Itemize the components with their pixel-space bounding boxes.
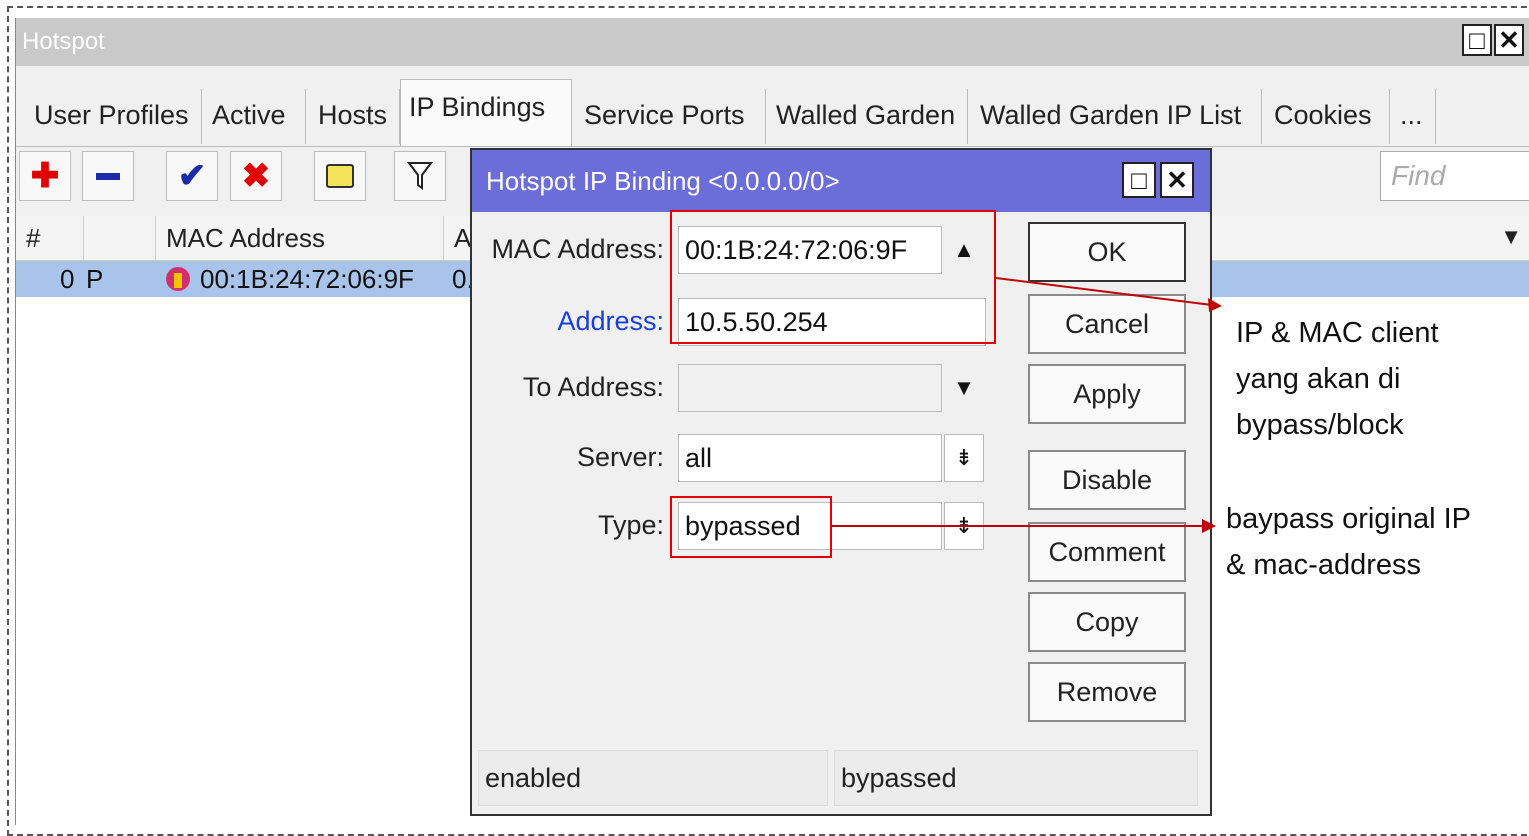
annotation-line: baypass original IP <box>1226 503 1472 535</box>
col-num[interactable]: # <box>16 216 84 260</box>
cancel-button[interactable]: Cancel <box>1028 294 1186 354</box>
binding-icon <box>166 261 196 297</box>
find-input[interactable]: Find <box>1380 151 1529 201</box>
tab-active[interactable]: Active <box>204 89 306 144</box>
to-address-field[interactable] <box>678 364 942 412</box>
dialog-maximize-icon[interactable]: □ <box>1122 162 1156 198</box>
dialog-close-icon[interactable]: ✕ <box>1160 162 1194 198</box>
annotation-ip-mac: IP & MAC client yang akan di bypass/bloc… <box>1236 310 1439 448</box>
remove-button[interactable] <box>82 151 134 201</box>
type-dropdown-icon[interactable]: ⇟ <box>944 502 984 550</box>
mac-address-field[interactable]: 00:1B:24:72:06:9F <box>678 226 942 274</box>
window-title: Hotspot <box>16 18 1529 66</box>
plus-icon: ✚ <box>30 157 60 195</box>
row-num: 0 <box>60 264 75 294</box>
server-dropdown-icon[interactable]: ⇟ <box>944 434 984 482</box>
tab-cookies[interactable]: Cookies <box>1266 89 1390 144</box>
annotation-line: bypass/block <box>1236 409 1404 441</box>
mac-address-label: MAC Address: <box>491 234 664 264</box>
tab-user-profiles[interactable]: User Profiles <box>26 89 202 144</box>
apply-button[interactable]: Apply <box>1028 364 1186 424</box>
ip-binding-dialog: Hotspot IP Binding <0.0.0.0/0> □ ✕ MAC A… <box>470 148 1212 816</box>
remove-button[interactable]: Remove <box>1028 662 1186 722</box>
annotation-line: & mac-address <box>1226 549 1422 581</box>
copy-button[interactable]: Copy <box>1028 592 1186 652</box>
col-flags[interactable] <box>84 216 156 260</box>
tab-service-ports[interactable]: Service Ports <box>576 89 766 144</box>
tab-bar: User Profiles Active Hosts IP Bindings S… <box>16 73 1529 147</box>
status-type: bypassed <box>834 750 1198 806</box>
filter-button[interactable] <box>394 151 446 201</box>
tab-ip-bindings[interactable]: IP Bindings <box>400 79 572 146</box>
type-select[interactable]: bypassed <box>678 502 942 550</box>
tab-hosts[interactable]: Hosts <box>310 89 400 144</box>
status-enabled: enabled <box>478 750 828 806</box>
tab-walled-garden[interactable]: Walled Garden <box>768 89 968 144</box>
server-select[interactable]: all <box>678 434 942 482</box>
tabs-divider <box>16 146 1529 147</box>
disable-button[interactable]: Disable <box>1028 450 1186 510</box>
x-icon: ✖ <box>241 157 271 195</box>
dialog-title: Hotspot IP Binding <0.0.0.0/0> <box>472 150 1210 212</box>
col-mac-address[interactable]: MAC Address <box>156 216 444 260</box>
to-address-label: To Address: <box>522 372 664 402</box>
type-label: Type: <box>597 510 664 540</box>
row-flag: P <box>86 264 104 294</box>
annotation-line: yang akan di <box>1236 363 1401 395</box>
collapse-up-icon[interactable]: ▲ <box>944 226 984 274</box>
address-field[interactable]: 10.5.50.254 <box>678 298 986 346</box>
annotation-type: baypass original IP & mac-address <box>1226 496 1471 588</box>
add-button[interactable]: ✚ <box>19 151 71 201</box>
annotation-line: IP & MAC client <box>1236 317 1439 349</box>
check-icon: ✔ <box>177 157 207 195</box>
comment-button[interactable] <box>314 151 366 201</box>
chevron-down-icon[interactable]: ▼ <box>1500 224 1522 250</box>
filter-icon <box>407 162 433 190</box>
maximize-icon[interactable]: □ <box>1462 24 1492 56</box>
comment-button[interactable]: Comment <box>1028 522 1186 582</box>
to-address-dropdown-icon[interactable]: ▼ <box>944 364 984 412</box>
ok-button[interactable]: OK <box>1028 222 1186 282</box>
tab-walled-garden-ip-list[interactable]: Walled Garden IP List <box>972 89 1262 144</box>
enable-button[interactable]: ✔ <box>166 151 218 201</box>
note-icon <box>326 164 354 188</box>
minus-icon <box>96 172 120 180</box>
disable-button[interactable]: ✖ <box>230 151 282 201</box>
address-label: Address: <box>557 306 664 336</box>
server-label: Server: <box>576 442 664 472</box>
row-mac: 00:1B:24:72:06:9F <box>200 264 414 294</box>
close-icon[interactable]: ✕ <box>1494 24 1524 56</box>
tab-more[interactable]: ... <box>1392 89 1436 144</box>
